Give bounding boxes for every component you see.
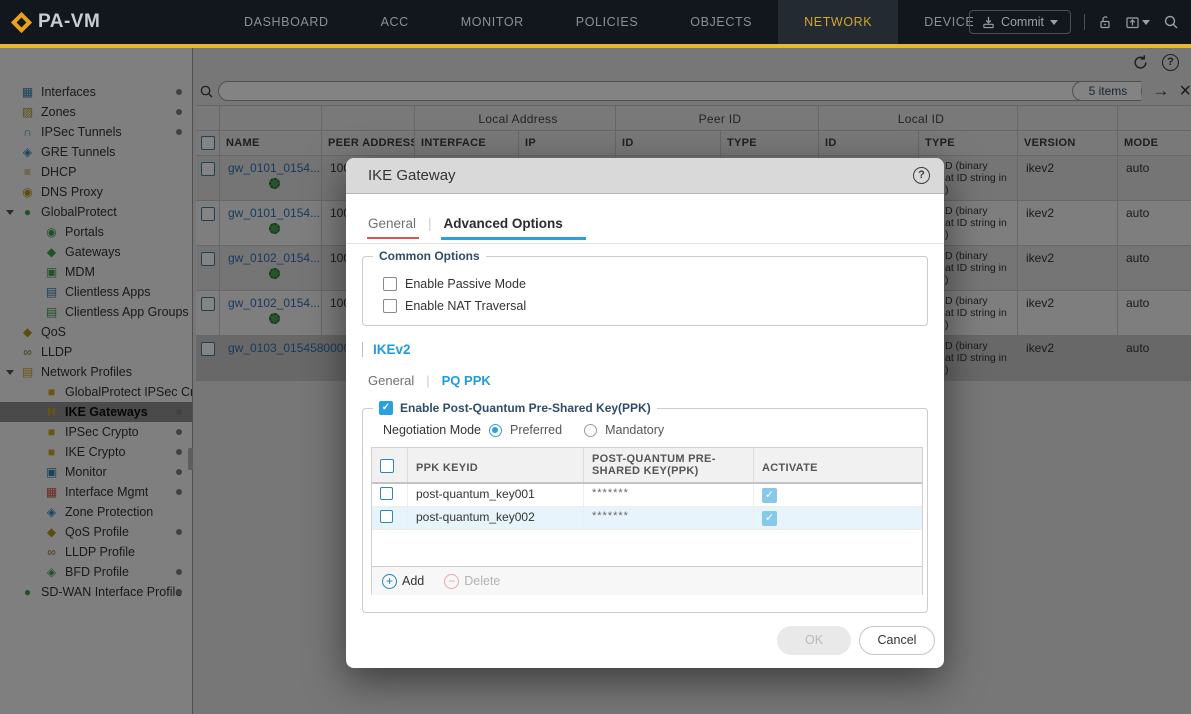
brand: PA-VM <box>0 11 200 33</box>
nav-tab-monitor[interactable]: MONITOR <box>435 0 550 44</box>
cancel-button[interactable]: Cancel <box>859 626 935 655</box>
enable-passive-mode-label: Enable Passive Mode <box>405 277 526 291</box>
modal-buttons: OK Cancel <box>777 626 935 655</box>
chevron-down-icon <box>1142 19 1150 25</box>
modal-tabs: General | Advanced Options <box>346 212 944 244</box>
ppk-key-cell: ******* <box>584 507 754 529</box>
modal-title: IKE Gateway <box>368 167 456 184</box>
config-export-button[interactable] <box>1125 15 1150 30</box>
enable-ppk-label: Enable Post-Quantum Pre-Shared Key(PPK) <box>400 401 651 415</box>
nav-right: Commit <box>968 0 1179 44</box>
enable-passive-mode-checkbox[interactable] <box>383 277 397 291</box>
mandatory-label: Mandatory <box>605 423 665 437</box>
ppk-table-body: post-quantum_key001 ******* ✓ post-quantum_… <box>372 484 922 530</box>
delete-label: Delete <box>464 574 501 588</box>
nav-tab-acc[interactable]: ACC <box>355 0 435 44</box>
ppk-row-checkbox[interactable] <box>380 487 393 500</box>
chevron-down-icon <box>1050 19 1058 25</box>
common-options-fieldset: Common Options Enable Passive Mode Enabl… <box>362 249 928 326</box>
nav-tab-policies[interactable]: POLICIES <box>550 0 664 44</box>
ppk-activate-cell: ✓ <box>754 507 924 529</box>
preferred-radio[interactable] <box>488 423 502 437</box>
lock-open-icon[interactable] <box>1098 15 1112 30</box>
commit-button[interactable]: Commit <box>968 10 1071 34</box>
ppk-table: PPK KEYID POST-QUANTUM PRE-SHARED KEY(PP… <box>371 447 923 595</box>
add-label: Add <box>402 574 425 588</box>
minus-circle-icon: − <box>444 573 460 589</box>
preferred-label: Preferred <box>509 423 563 437</box>
ppk-select-all-checkbox[interactable] <box>380 459 394 473</box>
export-icon <box>1126 16 1139 28</box>
ok-button[interactable]: OK <box>777 626 851 655</box>
ikev2-subtabs: General | PQ PPK <box>368 373 944 388</box>
ppk-activate-cell: ✓ <box>754 484 924 506</box>
delete-button[interactable]: − Delete <box>444 573 501 589</box>
nav-divider <box>1084 14 1085 30</box>
ppk-row[interactable]: post-quantum_key002 ******* ✓ <box>372 507 922 530</box>
ppk-col-key: POST-QUANTUM PRE-SHARED KEY(PPK) <box>584 448 754 482</box>
modal-header: IKE Gateway ? <box>346 158 944 194</box>
add-button[interactable]: + Add <box>382 573 425 589</box>
commit-label: Commit <box>1000 15 1044 29</box>
subtab-pq-ppk[interactable]: PQ PPK <box>442 373 491 388</box>
activate-checkbox[interactable]: ✓ <box>762 488 777 503</box>
ppk-row[interactable]: post-quantum_key001 ******* ✓ <box>372 484 922 507</box>
top-nav: PA-VM DASHBOARD ACC MONITOR POLICIES OBJECTS… <box>0 0 1191 44</box>
ike-gateway-modal: IKE Gateway ? General | Advanced Options… <box>346 158 944 668</box>
tab-advanced-options[interactable]: Advanced Options <box>440 216 587 240</box>
negotiation-mode-label: Negotiation Mode <box>383 423 481 437</box>
nav-tabs: DASHBOARD ACC MONITOR POLICIES OBJECTS NETWOR… <box>218 0 1000 44</box>
nav-tab-dashboard[interactable]: DASHBOARD <box>218 0 355 44</box>
ppk-checkbox-cell <box>372 507 408 529</box>
common-options-legend: Common Options <box>373 249 486 263</box>
ppk-table-footer: + Add − Delete <box>372 567 922 595</box>
enable-ppk-checkbox[interactable]: ✓ <box>379 401 393 415</box>
nav-tab-network[interactable]: NETWORK <box>778 0 899 44</box>
commit-icon <box>983 16 994 28</box>
ppk-table-empty-space <box>372 530 922 567</box>
ppk-table-header: PPK KEYID POST-QUANTUM PRE-SHARED KEY(PP… <box>372 448 922 484</box>
enable-nat-traversal-checkbox[interactable] <box>383 299 397 313</box>
subtab-separator: | <box>426 373 430 388</box>
tab-general[interactable]: General <box>366 216 420 239</box>
ppk-col-activate: ACTIVATE <box>762 462 818 474</box>
ppk-key-cell: ******* <box>584 484 754 506</box>
help-icon[interactable]: ? <box>913 167 930 184</box>
masked-key: ******* <box>592 510 629 522</box>
tab-separator: | <box>428 215 432 231</box>
ppk-keyid-cell: post-quantum_key002 <box>408 507 584 529</box>
palo-alto-logo-icon <box>10 11 33 33</box>
masked-key: ******* <box>592 487 629 499</box>
brand-name: PA-VM <box>38 11 101 32</box>
nav-tab-objects[interactable]: OBJECTS <box>664 0 778 44</box>
ppk-fieldset: ✓ Enable Post-Quantum Pre-Shared Key(PPK… <box>362 401 928 613</box>
search-icon[interactable] <box>1163 14 1179 30</box>
enable-nat-traversal-label: Enable NAT Traversal <box>405 299 527 313</box>
plus-circle-icon: + <box>382 573 397 589</box>
ppk-col-keyid: PPK KEYID <box>408 448 584 482</box>
negotiation-mode-row: Negotiation Mode Preferred Mandatory <box>383 423 927 437</box>
mandatory-radio[interactable] <box>584 423 598 437</box>
ike-version-heading: IKEv2 <box>362 342 944 357</box>
subtab-general[interactable]: General <box>368 373 414 388</box>
ppk-row-checkbox[interactable] <box>380 510 393 523</box>
ppk-keyid-cell: post-quantum_key001 <box>408 484 584 506</box>
ppk-checkbox-cell <box>372 484 408 506</box>
activate-checkbox[interactable]: ✓ <box>762 511 777 526</box>
